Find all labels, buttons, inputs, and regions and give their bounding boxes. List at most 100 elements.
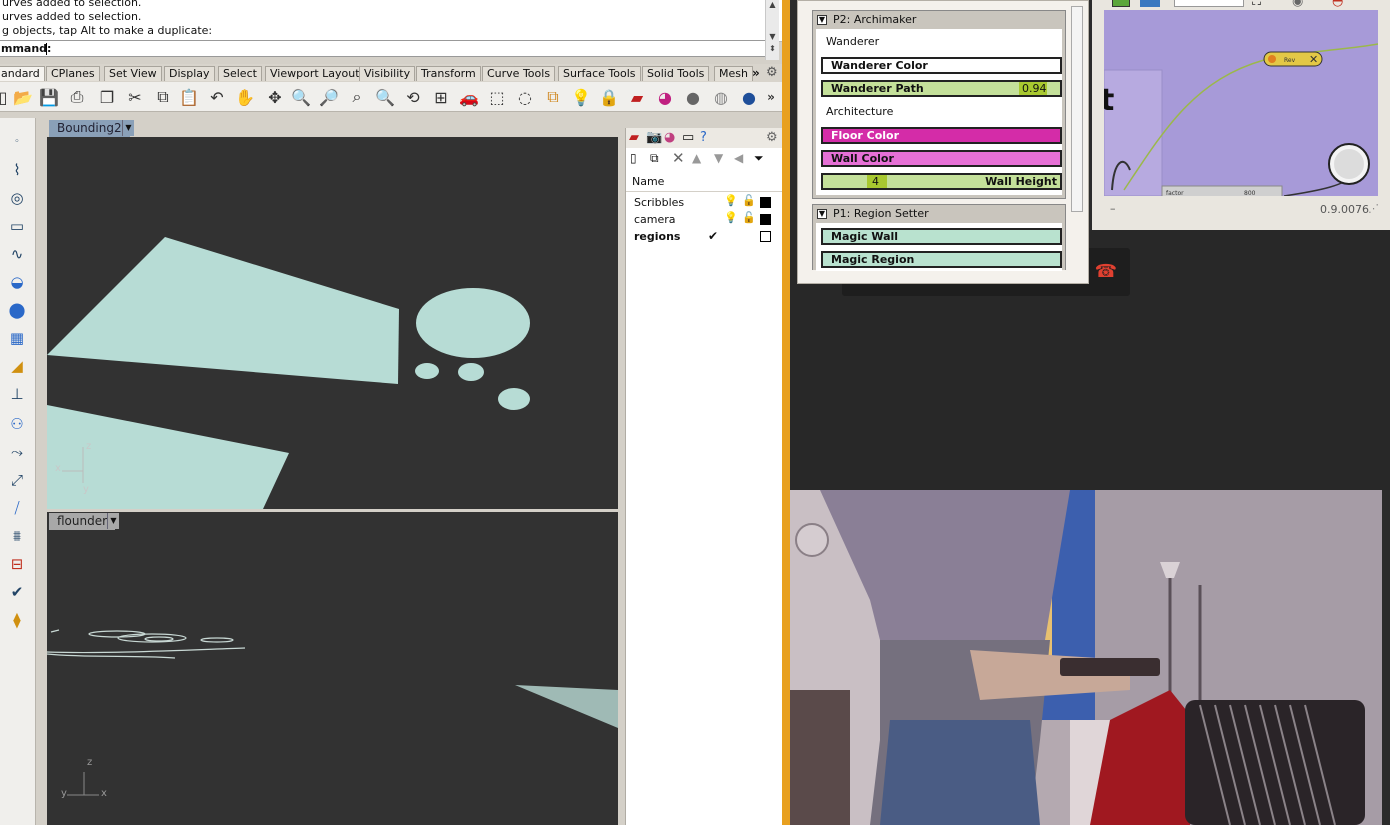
- render-icon[interactable]: ⧫: [4, 608, 30, 632]
- small-ellipse-shape[interactable]: [415, 363, 439, 379]
- boolean-icon[interactable]: ⚇: [4, 412, 30, 436]
- display-tab-icon[interactable]: ▭: [682, 130, 694, 145]
- layer-row[interactable]: regions ✔: [626, 228, 782, 245]
- surface-icon[interactable]: ◒: [4, 270, 30, 294]
- grasshopper-canvas[interactable]: t Rev ✕ factor 800: [1104, 10, 1378, 196]
- cut-icon[interactable]: ✂: [124, 86, 146, 108]
- array-icon[interactable]: ⩩: [4, 524, 30, 548]
- gh-preview-icon[interactable]: ◉: [1292, 0, 1303, 9]
- unlock-icon[interactable]: 🔓: [742, 194, 756, 207]
- lock-icon[interactable]: 🔒: [598, 86, 620, 108]
- light-bulb-icon[interactable]: 💡: [570, 86, 592, 108]
- more-tools-icon[interactable]: »: [760, 86, 782, 108]
- collapse-checkbox-icon[interactable]: ▼: [817, 15, 827, 25]
- materials-tab-icon[interactable]: ◕: [664, 130, 675, 145]
- tab-display[interactable]: Display: [164, 66, 215, 81]
- new-sublayer-icon[interactable]: ⧉: [650, 151, 659, 166]
- new-layer-icon[interactable]: ▯: [630, 151, 637, 165]
- pan-hand-icon[interactable]: ✋: [234, 86, 256, 108]
- filter-icon[interactable]: ⏷: [754, 151, 764, 166]
- group-header[interactable]: ▼ P2: Archimaker: [813, 11, 1065, 29]
- layer-color-swatch[interactable]: [760, 214, 771, 225]
- solid-icon[interactable]: ⬤: [4, 298, 30, 322]
- tab-cplanes[interactable]: CPlanes: [46, 66, 100, 81]
- chevron-down-icon[interactable]: ▼: [107, 513, 119, 529]
- check-icon[interactable]: ✔: [4, 580, 30, 604]
- viewport-bottom-title[interactable]: flounder: [49, 513, 116, 530]
- zoom-window-icon[interactable]: 🔎: [318, 86, 340, 108]
- gear-icon[interactable]: ⚙: [766, 65, 778, 80]
- wanderer-color-swatch[interactable]: Wanderer Color: [821, 57, 1062, 74]
- print-icon[interactable]: ⎙: [66, 86, 88, 108]
- help-tab-icon[interactable]: ?: [700, 130, 707, 145]
- scroll-updown-icon[interactable]: ⬍: [766, 44, 779, 56]
- zoom-extents-icon[interactable]: ⌕: [346, 86, 368, 108]
- delete-icon[interactable]: ✕: [672, 149, 685, 167]
- unlock-icon[interactable]: 🔓: [742, 211, 756, 224]
- color-wheel-icon[interactable]: ◕: [654, 86, 676, 108]
- four-viewports-icon[interactable]: ⊞: [430, 86, 452, 108]
- current-layer-check-icon[interactable]: ✔: [708, 229, 718, 243]
- rendered-sphere-icon[interactable]: ◍: [710, 86, 732, 108]
- wanderer-path-slider[interactable]: Wanderer Path 0.94: [821, 80, 1062, 97]
- viewport-top-title[interactable]: Bounding2: [49, 120, 130, 137]
- gear-icon[interactable]: ⚙: [766, 130, 778, 145]
- collapse-checkbox-icon[interactable]: ▼: [817, 209, 827, 219]
- move-out-icon[interactable]: ◀: [734, 151, 743, 165]
- gh-bake-icon[interactable]: ◓: [1332, 0, 1343, 9]
- osnap-icon[interactable]: ⧉: [542, 86, 564, 108]
- shaded-sphere-icon[interactable]: ●: [682, 86, 704, 108]
- surface-edge-shape[interactable]: [515, 685, 618, 728]
- open-folder-icon[interactable]: 📂: [12, 86, 34, 108]
- magic-region-swatch[interactable]: Magic Region: [821, 251, 1062, 268]
- layer-color-swatch[interactable]: [760, 197, 771, 208]
- resize-grip-icon[interactable]: ⋰: [1368, 202, 1379, 215]
- transform-icon[interactable]: ⊥: [4, 382, 30, 406]
- zoom-icon[interactable]: 🔍: [290, 86, 312, 108]
- layer-row[interactable]: camera 💡 🔓: [626, 211, 782, 228]
- tab-viewport-layout[interactable]: Viewport Layout: [265, 66, 365, 81]
- move-icon[interactable]: ⤢: [4, 468, 30, 492]
- floor-color-swatch[interactable]: Floor Color: [821, 127, 1062, 144]
- gh-save-icon[interactable]: [1140, 0, 1160, 7]
- group-header[interactable]: ▼ P1: Region Setter: [813, 205, 1065, 223]
- block-icon[interactable]: ⊟: [4, 552, 30, 576]
- move-up-icon[interactable]: ▲: [692, 151, 701, 165]
- tab-surface-tools[interactable]: Surface Tools: [558, 66, 641, 81]
- move-down-icon[interactable]: ▼: [714, 151, 723, 165]
- analyze-icon[interactable]: ⧸: [4, 496, 30, 520]
- select-icon[interactable]: ⬚: [486, 86, 508, 108]
- tab-solid-tools[interactable]: Solid Tools: [642, 66, 710, 81]
- rectangle-icon[interactable]: ▭: [4, 214, 30, 238]
- tab-mesh[interactable]: Mesh: [714, 66, 753, 81]
- chevron-down-icon[interactable]: ▼: [122, 120, 134, 136]
- polyline-icon[interactable]: ⌇: [4, 158, 30, 182]
- tabs-more-icon[interactable]: »: [752, 66, 760, 80]
- mesh-icon[interactable]: ▦: [4, 326, 30, 350]
- point-icon[interactable]: ◦: [4, 130, 30, 154]
- hang-up-icon[interactable]: ☎: [1094, 262, 1118, 282]
- camera-tab-icon[interactable]: 📷: [646, 130, 662, 145]
- layer-color-swatch[interactable]: [760, 231, 771, 242]
- undo-view-icon[interactable]: ⟲: [402, 86, 424, 108]
- layer-row[interactable]: Scribbles 💡 🔓: [626, 194, 782, 211]
- fillet-icon[interactable]: ⤳: [4, 440, 30, 464]
- layers-tab-icon[interactable]: ▰: [629, 130, 639, 145]
- gh-zoom-extents-icon[interactable]: ⛶: [1252, 0, 1261, 9]
- curve-icon[interactable]: ∿: [4, 242, 30, 266]
- render-sphere-icon[interactable]: ●: [738, 86, 760, 108]
- paste-icon[interactable]: 📋: [178, 86, 200, 108]
- circle-icon[interactable]: ◎: [4, 186, 30, 210]
- viewport-bottom[interactable]: z x y: [46, 512, 618, 825]
- gh-search-input[interactable]: [1174, 0, 1244, 7]
- dimension-icon[interactable]: ◢: [4, 354, 30, 378]
- properties-icon[interactable]: ▰: [626, 86, 648, 108]
- ellipse-shape[interactable]: [416, 288, 530, 358]
- light-bulb-icon[interactable]: 💡: [724, 194, 738, 207]
- wall-color-swatch[interactable]: Wall Color: [821, 150, 1062, 167]
- surface-shape[interactable]: [47, 237, 399, 384]
- small-ellipse-shape[interactable]: [458, 363, 484, 381]
- car-icon[interactable]: 🚗: [458, 86, 480, 108]
- tab-select[interactable]: Select: [218, 66, 262, 81]
- page-setup-icon[interactable]: ❐: [96, 86, 118, 108]
